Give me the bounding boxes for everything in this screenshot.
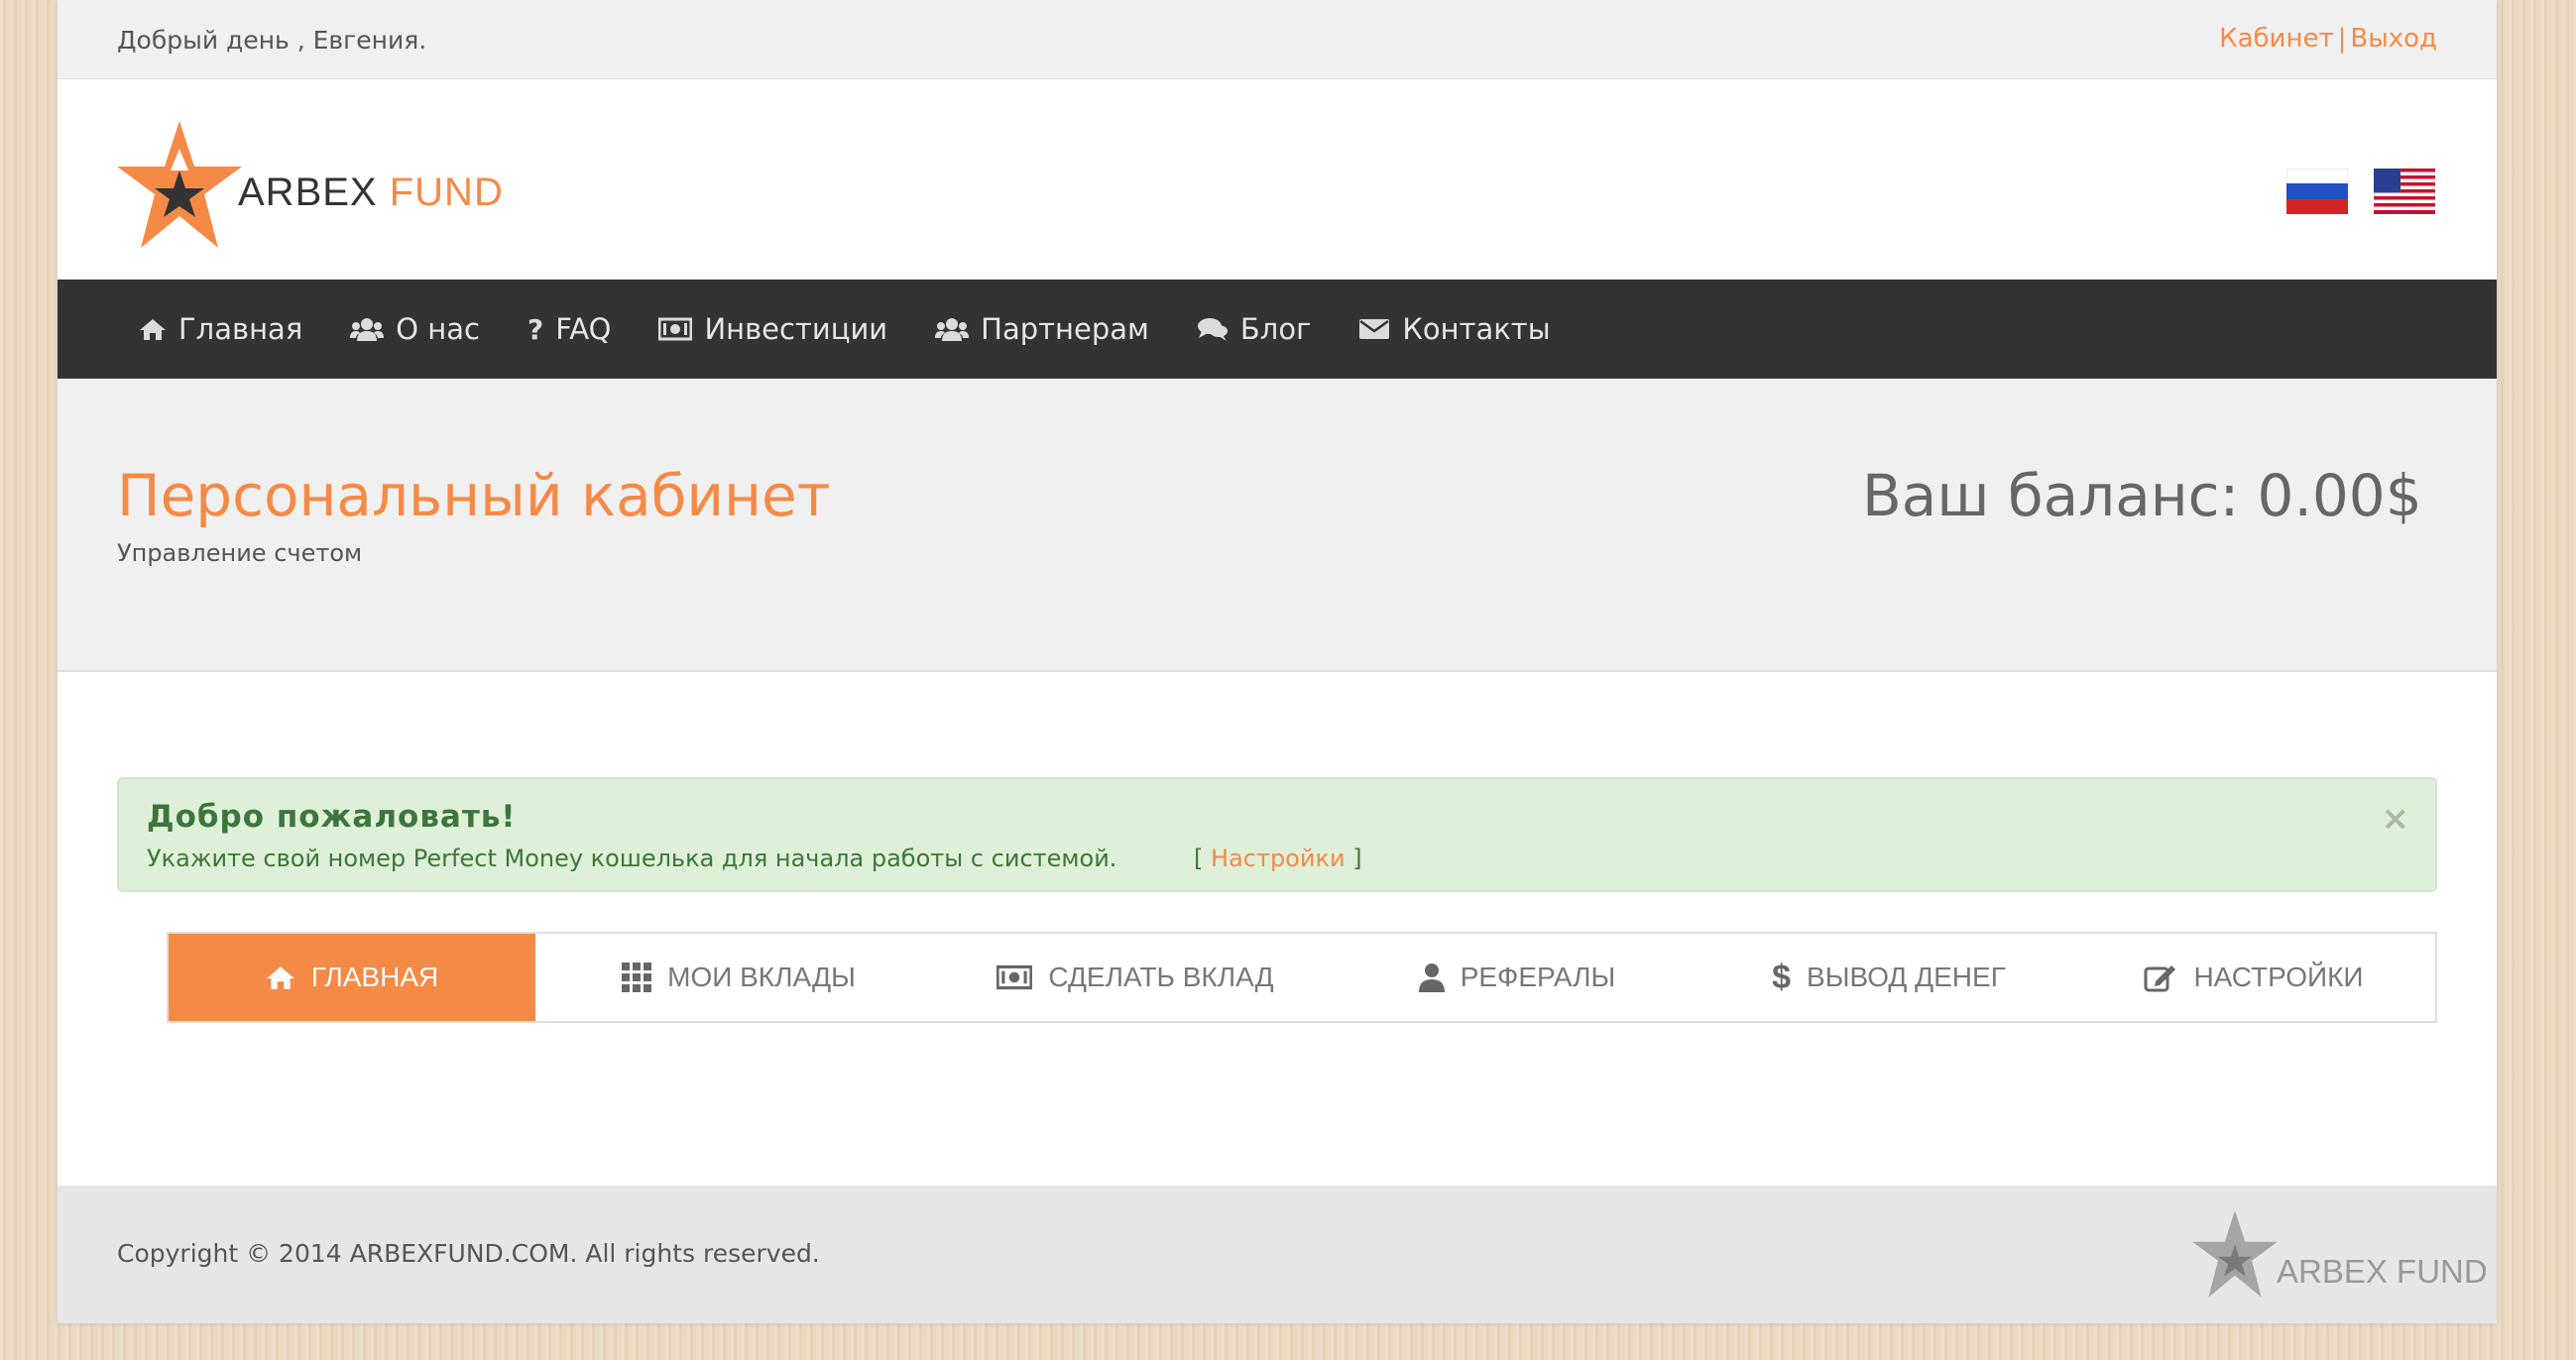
alert-settings-link[interactable]: Настройки — [1211, 845, 1346, 872]
page-heading-section: Персональный кабинет Управление счетом В… — [58, 379, 2497, 672]
nav-item-investments[interactable]: Инвестиции — [658, 312, 887, 346]
nav-item-partners[interactable]: Партнерам — [935, 312, 1149, 346]
star-logo-icon — [117, 121, 242, 248]
page-container: Добрый день , Евгения. Кабинет | Выход ARB… — [58, 0, 2497, 1323]
tab-withdraw[interactable]: $ ВЫВОД ДЕНЕГ — [1705, 934, 2072, 1021]
tab-home[interactable]: ГЛАВНАЯ — [169, 934, 535, 1021]
tab-settings[interactable]: НАСТРОЙКИ — [2072, 934, 2435, 1021]
nav-label: Контакты — [1402, 312, 1551, 346]
nav-item-about[interactable]: О нас — [350, 312, 480, 346]
alert-title: Добро пожаловать! — [147, 799, 517, 835]
nav-label: FAQ — [555, 312, 612, 346]
edit-icon — [2144, 963, 2177, 992]
top-bar: Добрый день , Евгения. Кабинет | Выход — [58, 0, 2497, 79]
nav-label: Главная — [178, 312, 303, 346]
nav-item-blog[interactable]: Блог — [1197, 312, 1311, 346]
page-subtitle: Управление счетом — [117, 539, 363, 567]
grid-icon — [622, 963, 652, 992]
us-flag-icon[interactable] — [2374, 169, 2435, 214]
site-header: ARBEX FUND — [58, 79, 2497, 280]
logo-wordmark: ARBEX FUND — [238, 170, 504, 214]
site-logo[interactable]: ARBEX FUND — [115, 119, 531, 253]
envelope-icon — [1358, 317, 1390, 341]
nav-label: Партнерам — [981, 312, 1149, 346]
ru-flag-icon[interactable] — [2286, 169, 2348, 214]
close-icon[interactable]: × — [2382, 799, 2410, 839]
account-links: Кабинет | Выход — [2219, 24, 2437, 54]
nav-item-faq[interactable]: ? FAQ — [527, 312, 611, 346]
tab-label: СДЕЛАТЬ ВКЛАД — [1048, 962, 1274, 992]
tab-label: НАСТРОЙКИ — [2193, 962, 2364, 992]
nav-label: О нас — [396, 312, 480, 346]
money-icon — [996, 964, 1033, 990]
site-footer: Copyright © 2014 ARBEXFUND.COM. All righ… — [58, 1186, 2497, 1323]
main-nav: Главная О нас ? FAQ Инвестиции Партнерам… — [58, 280, 2497, 379]
comments-icon — [1197, 316, 1229, 342]
users-icon — [350, 316, 385, 342]
nav-item-home[interactable]: Главная — [139, 312, 302, 346]
tab-label: МОИ ВКЛАДЫ — [667, 962, 856, 992]
tab-referrals[interactable]: РЕФЕРАЛЫ — [1329, 934, 1705, 1021]
cabinet-link[interactable]: Кабинет — [2219, 24, 2333, 54]
nav-label: Блог — [1239, 312, 1312, 346]
link-separator: | — [2337, 24, 2347, 54]
users-icon — [935, 316, 970, 342]
page-title: Персональный кабинет — [117, 462, 831, 529]
alert-text: Укажите свой номер Perfect Money кошельк… — [147, 845, 1117, 872]
question-icon: ? — [527, 312, 544, 346]
tab-label: РЕФЕРАЛЫ — [1460, 962, 1616, 992]
logout-link[interactable]: Выход — [2350, 24, 2437, 54]
copyright-text: Copyright © 2014 ARBEXFUND.COM. All righ… — [117, 1239, 820, 1268]
star-logo-icon — [2192, 1210, 2278, 1298]
user-icon — [1418, 963, 1445, 992]
footer-logo[interactable]: ARBEX FUND — [2189, 1209, 2488, 1308]
home-icon — [266, 964, 295, 990]
footer-logo-text: ARBEX FUND — [2277, 1253, 2488, 1290]
cabinet-tabs: ГЛАВНАЯ МОИ ВКЛАДЫ СДЕЛАТЬ ВКЛАД РЕФЕРАЛ… — [167, 932, 2437, 1023]
greeting-text: Добрый день , Евгения. — [117, 26, 427, 55]
tab-make-deposit[interactable]: СДЕЛАТЬ ВКЛАД — [942, 934, 1329, 1021]
tab-label: ГЛАВНАЯ — [310, 962, 439, 992]
balance-display: Ваш баланс: 0.00$ — [1862, 462, 2422, 529]
welcome-alert: Добро пожаловать! Укажите свой номер Per… — [117, 777, 2437, 892]
home-icon — [139, 317, 167, 341]
alert-settings-link-wrap: [ Настройки ] — [1194, 845, 1362, 872]
nav-label: Инвестиции — [704, 312, 888, 346]
tab-my-deposits[interactable]: МОИ ВКЛАДЫ — [535, 934, 942, 1021]
tab-label: ВЫВОД ДЕНЕГ — [1807, 962, 2006, 992]
nav-item-contacts[interactable]: Контакты — [1358, 312, 1551, 346]
money-icon — [658, 317, 693, 341]
dollar-icon: $ — [1772, 958, 1792, 996]
